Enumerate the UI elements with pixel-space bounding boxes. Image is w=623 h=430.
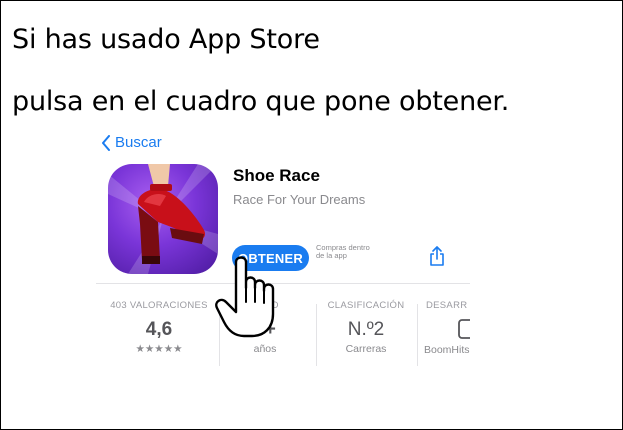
stat-sub: años <box>253 343 277 355</box>
pointing-hand-icon <box>214 254 278 344</box>
in-app-purchases-note: Compras dentro de la app <box>316 243 370 260</box>
app-name: Shoe Race <box>233 166 320 185</box>
stat-chart: CLASIFICACIÓN N.º2 Carreras <box>318 300 414 355</box>
chevron-left-icon <box>101 134 111 151</box>
high-heel-shoe-icon <box>108 164 218 274</box>
back-button[interactable]: Buscar <box>101 134 162 151</box>
caption-line-2: pulsa en el cuadro que pone obtener. <box>12 86 510 117</box>
stat-label: CLASIFICACIÓN <box>327 300 405 311</box>
stat-separator <box>316 304 317 366</box>
caption-line-1: Si has usado App Store <box>12 24 320 55</box>
stat-developer: DESARR BoomHits <box>420 300 470 356</box>
star-rating: ★★★★★ <box>135 343 183 355</box>
stat-label: DESARR <box>426 300 468 311</box>
app-icon <box>108 164 218 274</box>
stat-separator <box>417 304 418 366</box>
slide-frame <box>0 0 623 430</box>
stat-ratings: 403 VALORACIONES 4,6 ★★★★★ <box>104 300 214 355</box>
share-icon <box>429 246 445 270</box>
app-subtitle: Race For Your Dreams <box>233 192 366 207</box>
stat-sub: Carreras <box>345 343 387 355</box>
share-button[interactable] <box>429 246 445 270</box>
stat-value: 4,6 <box>145 319 173 340</box>
stat-value: N.º2 <box>347 319 385 340</box>
stat-label: 403 VALORACIONES <box>110 300 208 311</box>
stat-sub: BoomHits <box>424 344 470 356</box>
back-label: Buscar <box>115 134 162 151</box>
divider <box>96 283 470 284</box>
developer-icon <box>420 319 470 342</box>
